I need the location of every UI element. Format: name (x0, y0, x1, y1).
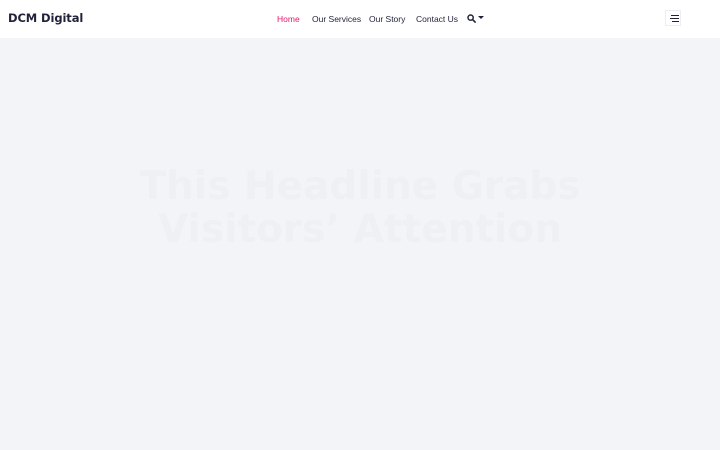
nav-item-our-services[interactable]: Our Services (312, 13, 361, 25)
hero-headline: This Headline Grabs Visitors’ Attention (0, 165, 720, 251)
nav-item-contact-us[interactable]: Contact Us (416, 13, 458, 25)
hamburger-menu-icon (671, 15, 679, 16)
search-icon (467, 14, 476, 23)
site-header: DCM Digital Home Our Services Our Story … (0, 0, 720, 38)
chevron-down-icon (478, 16, 484, 19)
main-nav: Home Our Services Our Story Contact Us (0, 13, 720, 25)
hamburger-menu-button[interactable] (665, 10, 681, 26)
nav-item-our-story[interactable]: Our Story (369, 13, 405, 25)
nav-item-home[interactable]: Home (277, 13, 300, 25)
hero-headline-line2: Visitors’ Attention (158, 207, 562, 252)
hero-section: This Headline Grabs Visitors’ Attention (0, 38, 720, 450)
hero-headline-line1: This Headline Grabs (139, 164, 581, 209)
search-toggle-button[interactable] (467, 13, 485, 25)
